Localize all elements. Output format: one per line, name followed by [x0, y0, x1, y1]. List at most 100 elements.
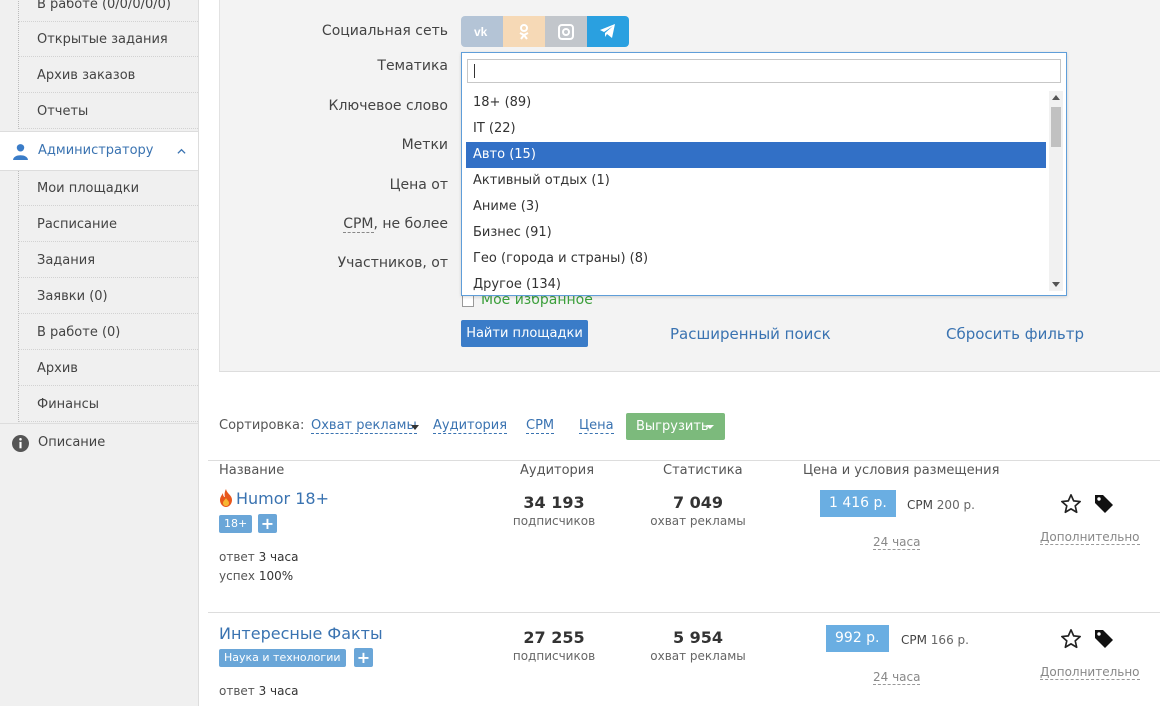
reach-count: 7 049: [672, 493, 724, 512]
audience-count: 34 193: [523, 493, 585, 512]
star-icon[interactable]: [1060, 628, 1082, 650]
reply-value: 3 часа: [258, 684, 299, 698]
scroll-up-icon[interactable]: [1052, 95, 1060, 100]
topic-option[interactable]: IT (22): [466, 116, 1046, 142]
scrollbar-thumb[interactable]: [1051, 107, 1061, 147]
sidebar-item-open-tasks[interactable]: Открытые задания: [18, 22, 198, 57]
placement-term[interactable]: 24 часа: [873, 535, 921, 550]
header-audience: Аудитория: [520, 463, 595, 478]
reach-unit: охват рекламы: [650, 649, 746, 663]
reply-value: 3 часа: [258, 550, 299, 564]
cpm-value: CPM 166 р.: [901, 633, 969, 647]
price-badge[interactable]: 992 р.: [826, 625, 889, 652]
export-button[interactable]: Выгрузить: [626, 413, 725, 440]
sort-option-reach[interactable]: Охват рекламы: [311, 418, 417, 434]
topic-option-selected[interactable]: Авто (15): [466, 142, 1046, 168]
sidebar-section-label: Описание: [38, 435, 106, 450]
sidebar-item-my-sites[interactable]: Мои площадки: [18, 171, 198, 206]
sidebar-section-admin[interactable]: Администратору: [0, 131, 198, 171]
reach-count: 5 954: [672, 628, 724, 647]
network-instagram-button[interactable]: [545, 16, 587, 47]
scroll-down-icon[interactable]: [1052, 282, 1060, 287]
sidebar-item-finance[interactable]: Финансы: [18, 387, 198, 422]
sidebar-item-schedule[interactable]: Расписание: [18, 207, 198, 242]
network-telegram-button[interactable]: [587, 16, 629, 47]
sidebar-item-orders-archive[interactable]: Архив заказов: [18, 58, 198, 93]
price-badge[interactable]: 1 416 р.: [820, 490, 896, 517]
sidebar-item-requests[interactable]: Заявки (0): [18, 279, 198, 314]
topic-option[interactable]: Гео (города и страны) (8): [466, 246, 1046, 272]
header-stats: Статистика: [663, 463, 743, 478]
label-cpm: CPM, не более: [343, 216, 449, 233]
text-cursor: [474, 64, 475, 78]
sidebar-item-tasks[interactable]: Задания: [18, 243, 198, 278]
sidebar-item-admin-in-work[interactable]: В работе (0): [18, 315, 198, 350]
success-value: 100%: [258, 569, 294, 583]
network-ok-button[interactable]: [503, 16, 545, 47]
advanced-search-link[interactable]: Расширенный поиск: [670, 325, 831, 343]
sort-option-audience[interactable]: Аудитория: [433, 418, 508, 434]
user-icon: [13, 144, 28, 160]
sidebar-item-label: Архив заказов: [37, 68, 136, 83]
network-vk-button[interactable]: vk: [461, 16, 503, 47]
tag-icon[interactable]: [1094, 629, 1114, 649]
reply-label: ответ: [219, 684, 255, 698]
cpm-suffix: , не более: [373, 216, 449, 232]
audience-unit: подписчиков: [512, 649, 596, 663]
sidebar-item-label: Открытые задания: [37, 32, 168, 47]
reply-label: ответ: [219, 550, 255, 564]
sidebar-item-label: Задания: [37, 253, 96, 268]
header-price: Цена и условия размещения: [803, 463, 1000, 478]
sidebar-section-description[interactable]: Описание: [0, 423, 198, 463]
caret-down-icon: [706, 425, 714, 429]
label-tags: Метки: [401, 137, 448, 153]
reply-time: ответ 3 часа: [219, 684, 298, 698]
cpm-label: CPM: [901, 633, 927, 647]
sidebar-item-in-work[interactable]: В работе (0/0/0/0/0): [18, 0, 198, 22]
find-sites-button[interactable]: Найти площадки: [461, 320, 588, 347]
category-tag: 18+: [219, 515, 253, 533]
placement-term[interactable]: 24 часа: [873, 670, 921, 685]
more-link[interactable]: Дополнительно: [1040, 665, 1140, 680]
sidebar-item-label: В работе (0/0/0/0/0): [37, 0, 171, 12]
topic-option[interactable]: Активный отдых (1): [466, 168, 1046, 194]
favorites-checkbox[interactable]: [462, 295, 474, 307]
topic-option[interactable]: Аниме (3): [466, 194, 1046, 220]
sort-option-cpm[interactable]: CPM: [526, 418, 555, 434]
sort-option-price[interactable]: Цена: [579, 418, 614, 434]
sidebar-item-label: Отчеты: [37, 104, 89, 119]
success-label: успех: [219, 569, 256, 583]
topic-option[interactable]: Бизнес (91): [466, 220, 1046, 246]
label-topic: Тематика: [377, 58, 448, 74]
cpm-amount: 166 р.: [930, 633, 969, 647]
sidebar-item-archive[interactable]: Архив: [18, 351, 198, 386]
topic-search-input[interactable]: [467, 59, 1061, 83]
topic-option[interactable]: 18+ (89): [466, 90, 1046, 116]
success-rate: успех 100%: [219, 569, 293, 583]
cpm-amount: 200 р.: [936, 498, 975, 512]
tag-icon[interactable]: [1094, 494, 1114, 514]
sidebar-item-reports[interactable]: Отчеты: [18, 94, 198, 129]
topic-option[interactable]: Другое (134): [466, 272, 1046, 294]
site-name-link[interactable]: Humor 18+: [236, 489, 329, 508]
topic-dropdown[interactable]: 18+ (89) IT (22) Авто (15) Активный отды…: [461, 52, 1067, 296]
odnoklassniki-icon: [519, 24, 529, 40]
more-link[interactable]: Дополнительно: [1040, 530, 1140, 545]
audience-unit: подписчиков: [512, 514, 596, 528]
label-keyword: Ключевое слово: [328, 98, 448, 114]
telegram-icon: [600, 24, 615, 38]
reach-unit: охват рекламы: [650, 514, 746, 528]
table-row: Интересные Факты Наука и технологии + от…: [208, 613, 1160, 706]
site-name-link[interactable]: Интересные Факты: [219, 624, 383, 643]
add-tag-button[interactable]: +: [354, 648, 373, 667]
star-icon[interactable]: [1060, 493, 1082, 515]
export-button-label: Выгрузить: [636, 419, 709, 434]
audience-count: 27 255: [523, 628, 585, 647]
reset-filter-link[interactable]: Сбросить фильтр: [946, 325, 1084, 343]
add-tag-button[interactable]: +: [258, 514, 277, 533]
sidebar-item-label: Финансы: [37, 397, 100, 412]
cpm-abbr: CPM: [343, 216, 374, 233]
sidebar-section-label: Администратору: [38, 143, 154, 158]
dropdown-scrollbar[interactable]: [1049, 91, 1063, 291]
chevron-up-icon[interactable]: [177, 147, 186, 156]
